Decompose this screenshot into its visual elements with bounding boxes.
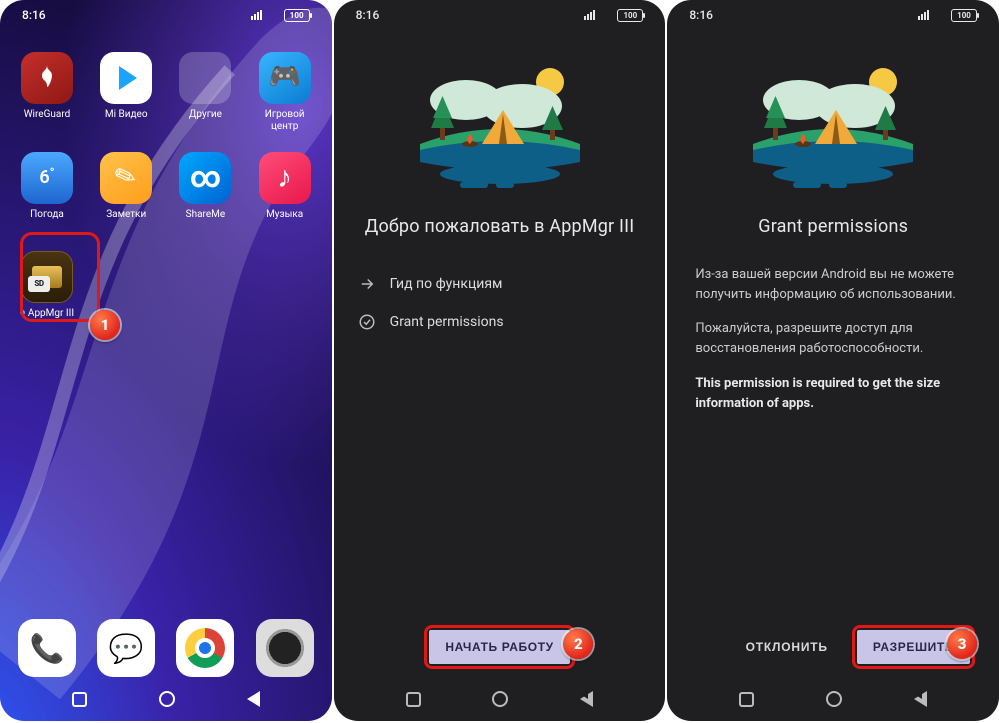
dock-phone[interactable] [18,619,76,677]
bottom-actions: НАЧАТЬ РАБОТУ [334,625,666,669]
app-mivideo[interactable]: Mi Видео [95,52,157,132]
nav-back[interactable] [247,691,260,707]
nav-bar [334,683,666,715]
nav-recents[interactable] [739,692,754,707]
arrow-right-icon [358,275,376,293]
app-folder-other[interactable]: Другие [174,52,236,132]
dock-chrome[interactable] [176,619,234,677]
clock: 8:16 [689,8,713,22]
home-screen: 8:16 100 WireGuard Mi Видео Другие Игров… [0,0,332,721]
start-button[interactable]: НАЧАТЬ РАБОТУ [429,630,569,664]
status-bar: 8:16 100 [334,0,666,30]
clock: 8:16 [22,8,46,22]
battery-icon: 100 [951,9,977,22]
permissions-p2: Пожалуйста, разрешите доступ для восстан… [695,319,971,359]
weather-icon: 6 [21,152,73,204]
nav-home[interactable] [492,691,508,707]
nav-bar [0,683,332,715]
mivideo-icon [100,52,152,104]
nav-back[interactable] [914,691,927,707]
notes-icon [100,152,152,204]
app-wireguard[interactable]: WireGuard [16,52,78,132]
app-shareme[interactable]: ShareMe [174,152,236,231]
status-bar: 8:16 100 [667,0,999,30]
permissions-illustration [733,54,933,194]
signal-icon [584,10,595,20]
signal-icon [251,10,262,20]
wifi-icon [599,10,613,21]
list-item-guide[interactable]: Гид по функциям [358,265,642,303]
welcome-screen: 8:16 100 Добро пожаловать в AppMgr III Г… [334,0,666,721]
app-gamecenter[interactable]: Игровой центр [254,52,316,132]
dock-camera[interactable] [256,619,314,677]
battery-icon: 100 [284,9,310,22]
signal-icon [918,10,929,20]
welcome-title: Добро пожаловать в AppMgr III [334,216,666,237]
permissions-p3: This permission is required to get the s… [695,374,971,414]
nav-recents[interactable] [406,692,421,707]
nav-home[interactable] [826,691,842,707]
app-notes[interactable]: Заметки [95,152,157,231]
battery-icon: 100 [617,9,643,22]
step-badge-3: 3 [947,629,977,659]
music-icon [259,152,311,204]
wifi-icon [266,10,280,21]
check-circle-icon [358,313,376,331]
app-music[interactable]: Музыка [254,152,316,231]
nav-recents[interactable] [72,692,87,707]
dock-messages[interactable] [97,619,155,677]
nav-home[interactable] [159,691,175,707]
dock [0,619,332,677]
app-weather[interactable]: 6 Погода [16,152,78,231]
decline-button[interactable]: ОТКЛОНИТЬ [740,630,834,664]
gamepad-icon [259,52,311,104]
nav-bar [667,683,999,715]
folder-icon [179,52,231,104]
wireguard-icon [21,52,73,104]
welcome-illustration [400,54,600,194]
permissions-screen: 8:16 100 Grant permissions Из-за вашей в… [667,0,999,721]
clock: 8:16 [356,8,380,22]
permissions-title: Grant permissions [667,216,999,237]
shareme-icon [179,152,231,204]
permissions-body: Из-за вашей версии Android вы не можете … [667,265,999,414]
welcome-list: Гид по функциям Grant permissions [334,265,666,341]
status-bar: 8:16 100 [0,0,332,30]
highlight-box-1 [20,232,100,322]
list-item-permissions[interactable]: Grant permissions [358,303,642,341]
step-badge-1: 1 [90,310,120,340]
nav-back[interactable] [580,691,593,707]
wifi-icon [933,10,947,21]
highlight-box-2: НАЧАТЬ РАБОТУ [424,625,574,669]
permissions-p1: Из-за вашей версии Android вы не можете … [695,265,971,305]
